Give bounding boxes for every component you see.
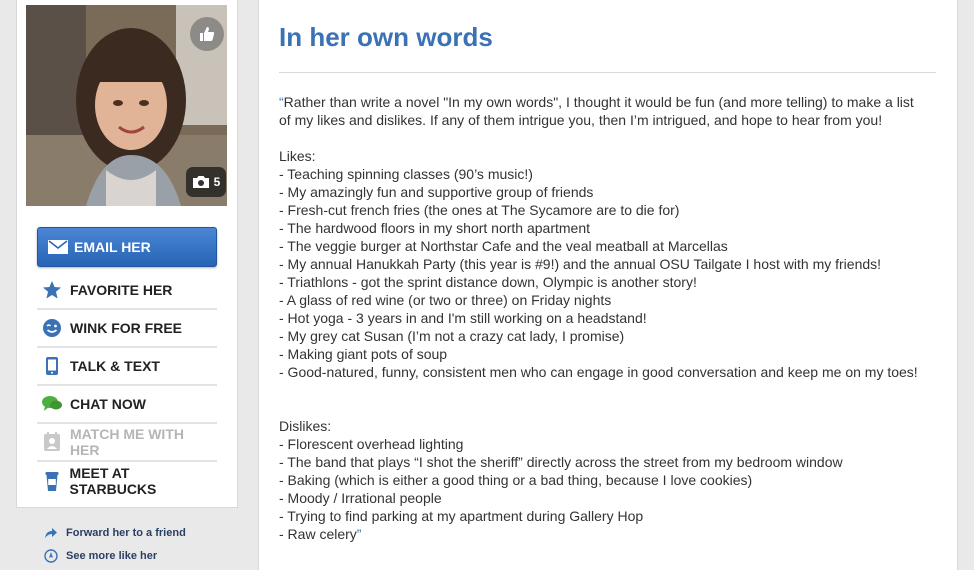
profile-sidebar: 5 EMAIL HER FAVORITE HER WINK FOR FREE T… (16, 0, 238, 508)
match-me-with-her-button[interactable]: MATCH ME WITH HER (37, 424, 217, 462)
compass-icon (44, 548, 58, 563)
likes-item: - A glass of red wine (or two or three) … (279, 292, 612, 308)
intro-line-2: of my likes and dislikes. If any of them… (279, 112, 883, 128)
likes-item: - Hot yoga - 3 years in and I'm still wo… (279, 310, 647, 326)
intro-line-1: “Rather than write a novel "In my own wo… (279, 94, 914, 110)
section-divider (279, 72, 936, 73)
favorite-her-label: FAVORITE HER (70, 282, 173, 298)
see-more-like-her-link[interactable]: See more like her (44, 544, 186, 567)
wink-for-free-label: WINK FOR FREE (70, 320, 182, 336)
forward-to-friend-label: Forward her to a friend (66, 526, 186, 539)
favorite-her-button[interactable]: FAVORITE HER (37, 272, 217, 310)
dislikes-item: - Baking (which is either a good thing o… (279, 472, 753, 488)
likes-heading: Likes: (279, 148, 316, 164)
thumbs-up-icon (200, 27, 215, 41)
profile-photo[interactable]: 5 (26, 5, 227, 206)
likes-item: - My amazingly fun and supportive group … (279, 184, 594, 200)
chat-now-label: CHAT NOW (70, 396, 146, 412)
likes-item: - Good-natured, funny, consistent men wh… (279, 364, 918, 380)
dislikes-item: - The band that plays “I shot the sherif… (279, 454, 843, 470)
chat-now-button[interactable]: CHAT NOW (37, 386, 217, 424)
likes-item: - Making giant pots of soup (279, 346, 448, 362)
forward-arrow-icon (45, 527, 57, 538)
talk-and-text-label: TALK & TEXT (70, 358, 160, 374)
wink-icon (41, 317, 63, 339)
likes-item: - The veggie burger at Northstar Cafe an… (279, 238, 728, 254)
section-title: In her own words (279, 22, 493, 52)
camera-icon (192, 176, 209, 188)
chat-icon (41, 393, 63, 415)
dislikes-item: - Florescent overhead lighting (279, 436, 464, 452)
like-photo-button[interactable] (190, 17, 224, 51)
likes-item: - The hardwood floors in my short north … (279, 220, 591, 236)
envelope-icon (48, 240, 68, 254)
dislikes-heading: Dislikes: (279, 418, 332, 434)
about-panel: In her own words “Rather than write a no… (258, 0, 958, 570)
see-more-like-her-label: See more like her (66, 549, 158, 562)
forward-to-friend-link[interactable]: Forward her to a friend (44, 521, 186, 544)
likes-item: - My grey cat Susan (I’m not a crazy cat… (279, 328, 625, 344)
email-her-button[interactable]: EMAIL HER (37, 227, 217, 267)
star-icon (41, 279, 63, 301)
wink-for-free-button[interactable]: WINK FOR FREE (37, 310, 217, 348)
dislikes-item: - Trying to find parking at my apartment… (279, 508, 644, 524)
likes-item: - Teaching spinning classes (90’s music!… (279, 166, 533, 182)
photo-count-badge[interactable]: 5 (186, 167, 226, 197)
photo-count-value: 5 (213, 175, 221, 189)
dislikes-item-last: - Raw celery” (279, 526, 362, 542)
sidebar-links: Forward her to a friend See more like he… (44, 521, 186, 567)
meet-at-starbucks-label: MEET AT STARBUCKS (69, 465, 157, 497)
bio-text: “Rather than write a novel "In my own wo… (279, 93, 949, 543)
likes-item: - Triathlons - got the sprint distance d… (279, 274, 697, 290)
close-quote: ” (356, 526, 362, 542)
cup-icon (41, 470, 63, 492)
phone-icon (41, 355, 63, 377)
email-her-label: EMAIL HER (74, 239, 151, 255)
match-icon (41, 431, 63, 453)
meet-at-starbucks-button[interactable]: MEET AT STARBUCKS (37, 462, 217, 500)
match-me-with-her-label: MATCH ME WITH HER (69, 426, 184, 458)
likes-item: - My annual Hanukkah Party (this year is… (279, 256, 882, 272)
talk-and-text-button[interactable]: TALK & TEXT (37, 348, 217, 386)
profile-actions: FAVORITE HER WINK FOR FREE TALK & TEXT C… (37, 272, 217, 500)
likes-item: - Fresh-cut french fries (the ones at Th… (279, 202, 680, 218)
dislikes-item: - Moody / Irrational people (279, 490, 442, 506)
